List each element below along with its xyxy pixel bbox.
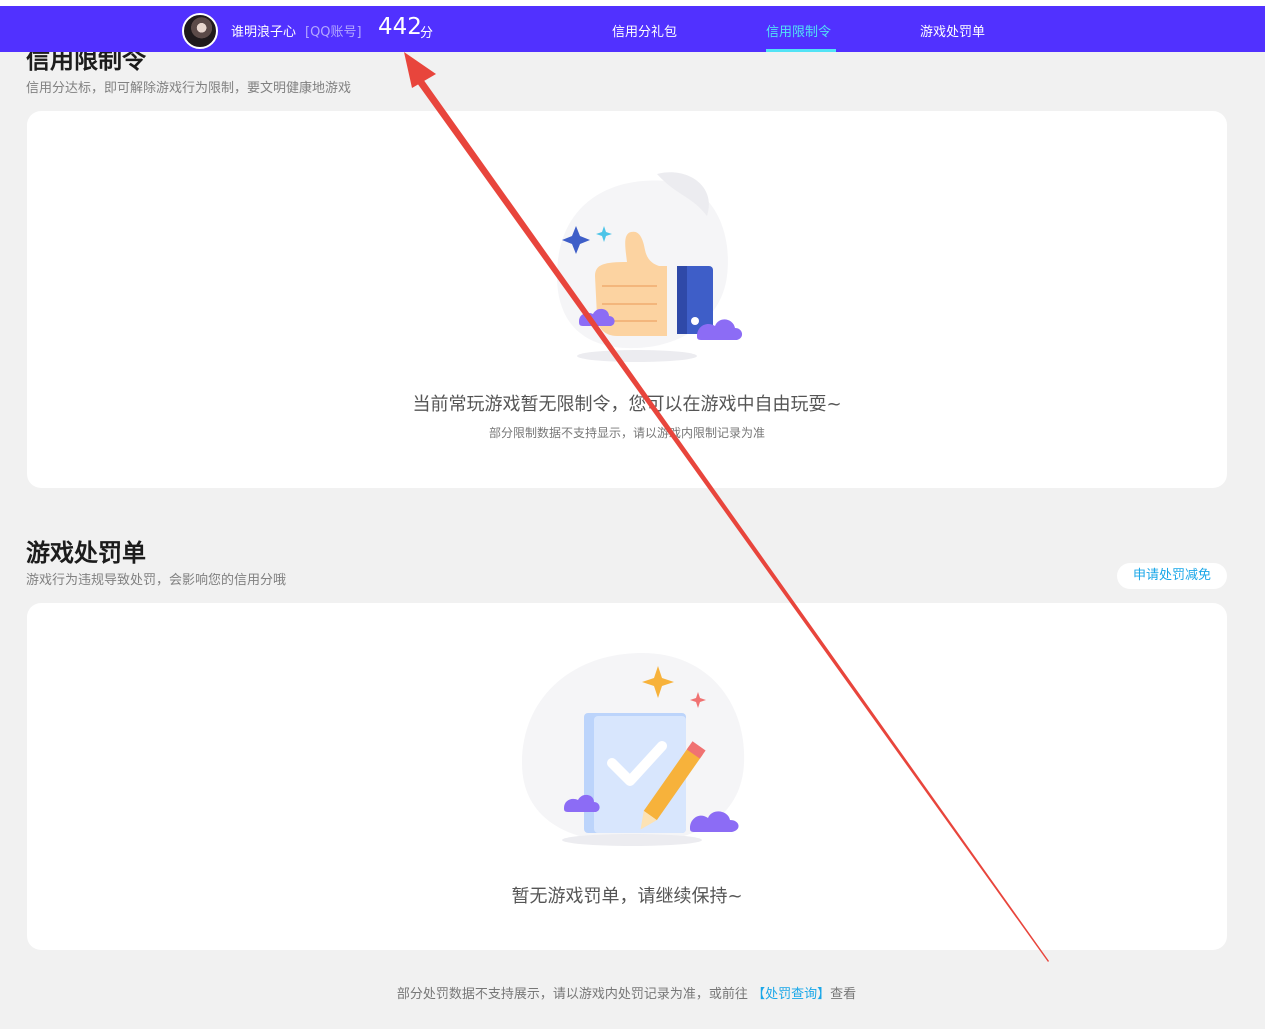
penalty-title: 游戏处罚单	[26, 539, 146, 567]
username: 谁明浪子心	[231, 25, 297, 40]
avatar[interactable]	[182, 13, 218, 49]
restriction-subtitle: 信用分达标，即可解除游戏行为限制，要文明健康地游戏	[26, 81, 352, 96]
penalty-query-link[interactable]: 【处罚查询】	[752, 987, 830, 1002]
credit-score: 442	[378, 14, 422, 40]
nav-game-penalty[interactable]: 游戏处罚单	[920, 21, 985, 40]
restriction-empty-note: 部分限制数据不支持显示，请以游戏内限制记录为准	[488, 426, 765, 440]
penalty-subtitle: 游戏行为违规导致处罚，会影响您的信用分哦	[26, 573, 287, 588]
nav-credit-gift[interactable]: 信用分礼包	[612, 21, 677, 40]
credit-score-unit: 分	[420, 26, 434, 41]
apply-penalty-reduction-button[interactable]: 申请处罚减免	[1117, 563, 1227, 589]
penalty-empty-message: 暂无游戏罚单，请继续保持~	[511, 886, 743, 907]
thumbs-up-illustration	[557, 172, 743, 362]
footer-text-after: 查看	[830, 987, 857, 1002]
restriction-empty-message: 当前常玩游戏暂无限制令，您可以在游戏中自由玩耍~	[412, 394, 842, 415]
clipboard-check-illustration	[522, 653, 745, 846]
nav-credit-restriction[interactable]: 信用限制令	[766, 21, 831, 40]
footer-text-before: 部分处罚数据不支持展示，请以游戏内处罚记录为准，或前往	[396, 987, 748, 1002]
account-type: [QQ账号]	[305, 25, 362, 40]
top-navbar: 谁明浪子心 [QQ账号] 442 分 信用分礼包 信用限制令 游戏处罚单	[0, 6, 1265, 52]
restriction-card: 当前常玩游戏暂无限制令，您可以在游戏中自由玩耍~ 部分限制数据不支持显示，请以游…	[27, 111, 1227, 488]
footer-note: 部分处罚数据不支持展示，请以游戏内处罚记录为准，或前往 【处罚查询】查看	[0, 983, 1253, 1002]
annotation-arrow-head	[404, 52, 436, 88]
active-tab-underline	[766, 49, 836, 52]
penalty-card: 暂无游戏罚单，请继续保持~	[27, 603, 1227, 950]
